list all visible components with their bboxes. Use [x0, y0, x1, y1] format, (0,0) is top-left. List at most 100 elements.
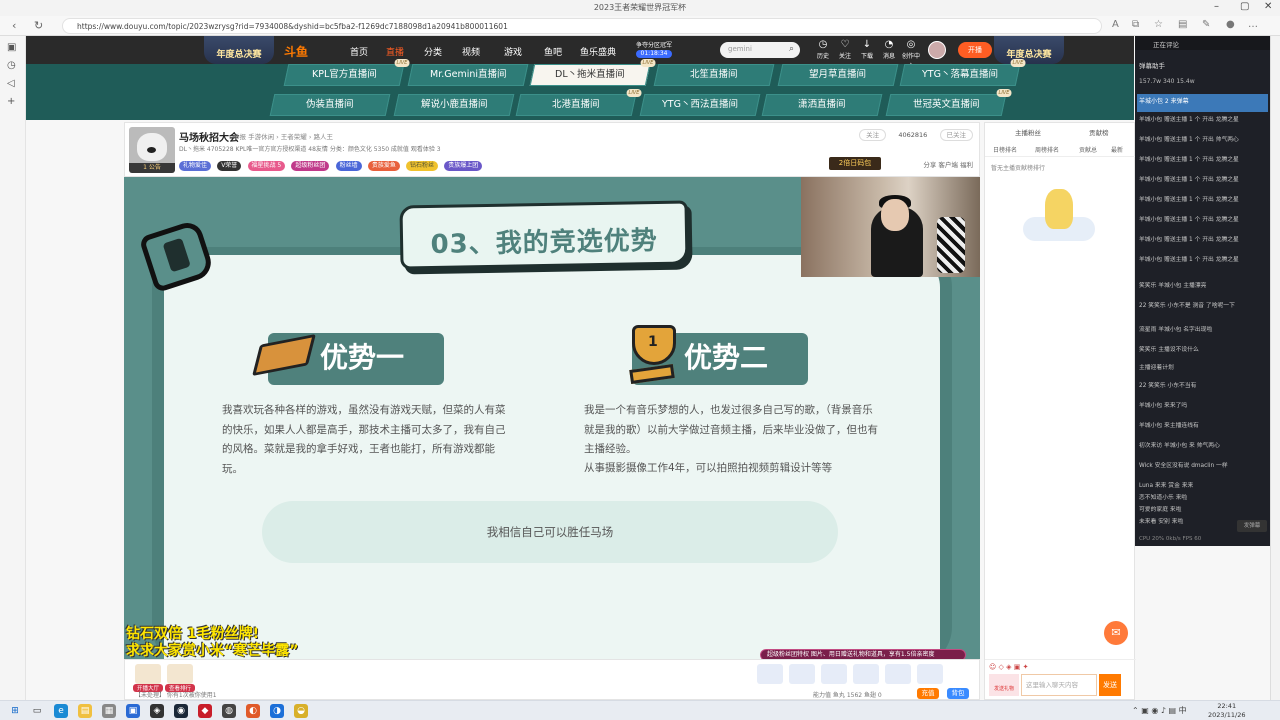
room-chip[interactable]: KPL官方直播间 LIVE [283, 59, 410, 86]
send-button[interactable]: 发送 [1099, 674, 1121, 696]
app-icon[interactable]: ◑ [270, 704, 284, 718]
url-field[interactable]: https://www.douyu.com/topic/2023wzrysg?r… [62, 18, 1102, 34]
volume-icon[interactable]: ◁ [7, 78, 15, 89]
video-player[interactable]: 03、我的竞选优势 优势一 优势二 1 我喜欢玩各种各样的游戏，虽然没有游戏天赋… [124, 177, 980, 659]
gift-item[interactable]: 开播大厅 [133, 664, 163, 692]
tab-contribution[interactable]: 贡献榜 [1089, 127, 1109, 137]
more-icon[interactable]: … [1248, 19, 1258, 30]
room-chip[interactable]: 伪装直播间 [269, 94, 391, 116]
gift-item[interactable] [821, 664, 847, 684]
streamer-avatar[interactable]: 1 公告 [129, 127, 175, 173]
streamer-meta[interactable]: 举报 手游休闲 › 王者荣耀 › 路人王 [233, 131, 333, 141]
tab-icon[interactable]: ▣ [7, 42, 16, 53]
chat-input[interactable]: 这里输入聊天内容 [1021, 674, 1097, 696]
gift-item[interactable]: 查看排行 [165, 664, 195, 692]
activity-badge[interactable]: 2倍日码包 [829, 157, 881, 170]
badge[interactable]: 礼物爱佳 [179, 161, 212, 171]
nav-game[interactable]: 游戏 [504, 45, 522, 58]
site-logo[interactable]: 斗鱼 [284, 43, 308, 60]
collections-icon[interactable]: ▤ [1178, 19, 1187, 30]
split-icon[interactable]: ⧉ [1132, 19, 1139, 30]
badge[interactable]: 钻石粉丝 [406, 161, 439, 171]
history-sidebar-icon[interactable]: ◷ [7, 60, 16, 71]
recharge-button[interactable]: 充值 [917, 688, 939, 699]
subtab-latest[interactable]: 最新 [1111, 145, 1123, 154]
app-icon[interactable]: ◈ [150, 704, 164, 718]
minimize-icon[interactable]: – [1214, 1, 1219, 12]
obs-icon[interactable]: ◍ [222, 704, 236, 718]
event-timer[interactable]: 争夺分区冠军 01:18:34 [636, 42, 673, 58]
start-live-button[interactable]: 开播 [958, 42, 992, 58]
room-chip[interactable]: Mr.Gemini直播间 [407, 64, 529, 86]
history-icon[interactable]: ◷ 历史 [812, 40, 834, 62]
notice-icon[interactable]: ◔ 消息 [878, 40, 900, 62]
steam-icon[interactable]: ◉ [174, 704, 188, 718]
read-aloud-icon[interactable]: A [1112, 19, 1119, 30]
badge[interactable]: 贵族爆上团 [444, 161, 483, 171]
system-tray[interactable]: ⌃ ▣ ◉ ♪ ▤ 中 [1132, 705, 1187, 716]
followed-button[interactable]: 已关注 [939, 129, 973, 141]
nav-fishbar[interactable]: 鱼吧 [544, 45, 562, 58]
gift-item[interactable] [853, 664, 879, 684]
gift-send-icon[interactable]: 发送礼物 [989, 674, 1019, 696]
room-chip[interactable]: 望月草直播间 [777, 64, 899, 86]
badge[interactable]: 贵族爱鱼 [367, 161, 400, 171]
taskview-icon[interactable]: ▭ [30, 704, 44, 718]
room-chip-selected[interactable]: DL丶拖米直播间 LIVE [529, 59, 656, 86]
gift-item[interactable] [885, 664, 911, 684]
follow-icon[interactable]: ♡ 关注 [834, 40, 856, 62]
start-icon[interactable]: ⊞ [8, 704, 22, 718]
download-icon[interactable]: ↓ 下载 [856, 40, 878, 62]
clock[interactable]: 22:41 2023/11/26 [1208, 702, 1245, 720]
gift-item[interactable] [789, 664, 815, 684]
nav-home[interactable]: 首页 [350, 45, 368, 58]
subtab-week[interactable]: 周榜排名 [1035, 145, 1059, 154]
profile-icon[interactable]: ● [1226, 19, 1235, 30]
search-input[interactable]: gemini ⌕ [720, 42, 800, 58]
room-actions[interactable]: 分享 客户端 福利 [923, 159, 973, 169]
edge-icon[interactable]: e [54, 704, 68, 718]
favorite-icon[interactable]: ☆ [1154, 19, 1163, 30]
app-icon[interactable]: ◆ [198, 704, 212, 718]
maximize-icon[interactable]: ▢ [1240, 1, 1249, 12]
gift-item[interactable] [917, 664, 943, 684]
close-window-icon[interactable]: ✕ [1264, 1, 1272, 12]
nav-category[interactable]: 分类 [424, 45, 442, 58]
gift-item[interactable] [757, 664, 783, 684]
extension-icon[interactable]: ✎ [1202, 19, 1210, 30]
room-chip[interactable]: 北笙直播间 [653, 64, 775, 86]
backpack-button[interactable]: 背包 [947, 688, 969, 699]
app-icon[interactable]: ◐ [246, 704, 260, 718]
nav-live[interactable]: 直播 [386, 45, 404, 58]
fan-club-banner[interactable]: 超级粉丝团特权 图片、用日赠送礼物和道具，享有1.5倍亲密度 [760, 649, 966, 659]
badge[interactable]: 粉丝墙 [335, 161, 362, 171]
badge[interactable]: 福星挑战 5 [247, 161, 286, 171]
subtab-total[interactable]: 贡献总 [1079, 145, 1097, 154]
add-icon[interactable]: + [7, 96, 15, 107]
search-icon[interactable]: ⌕ [789, 44, 794, 54]
app-icon[interactable]: ▣ [126, 704, 140, 718]
nav-video[interactable]: 视频 [462, 45, 480, 58]
subtab-day[interactable]: 日榜排名 [993, 145, 1017, 154]
message-icon[interactable]: ✉ [1104, 621, 1128, 645]
room-chip[interactable]: 解说小鹿直播间 [393, 94, 515, 116]
nav-festival[interactable]: 鱼乐盛典 [580, 45, 616, 58]
send-danmaku-button[interactable]: 发弹幕 [1237, 520, 1267, 532]
room-chip[interactable]: YTG丶西法直播间 [639, 94, 761, 116]
user-avatar[interactable] [928, 41, 946, 59]
app-icon[interactable]: ▦ [102, 704, 116, 718]
room-chip[interactable]: 北港直播间 LIVE [515, 89, 642, 116]
room-chip[interactable]: 潇洒直播间 [761, 94, 883, 116]
chat-tools[interactable]: ☺ ◇ ◈ ▣ ✦ [989, 663, 1028, 671]
badge[interactable]: V荣誉 [217, 161, 242, 171]
refresh-icon[interactable]: ↻ [34, 19, 43, 32]
back-icon[interactable]: ‹ [12, 19, 16, 32]
follow-button[interactable]: 关注 [859, 129, 887, 141]
explorer-icon[interactable]: ▤ [78, 704, 92, 718]
badge[interactable]: 超级粉丝团 [291, 161, 330, 171]
center-icon[interactable]: ◎创作中心 [900, 40, 922, 65]
tab-anchor-fans[interactable]: 主播粉丝 [1015, 127, 1041, 137]
app-icon[interactable]: ◒ [294, 704, 308, 718]
room-chip[interactable]: YTG丶落幕直播间 LIVE [899, 59, 1026, 86]
room-chip[interactable]: 世冠英文直播间 LIVE [885, 89, 1012, 116]
